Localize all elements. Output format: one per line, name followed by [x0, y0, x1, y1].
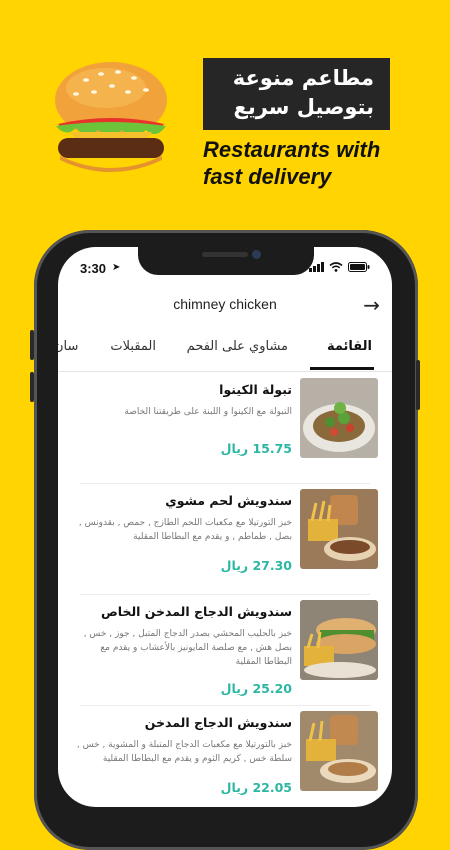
location-arrow-icon: ➤ [112, 262, 121, 273]
menu-item-price: 15.75 ريال [220, 441, 292, 456]
menu-item-photo [300, 711, 378, 791]
menu-item-photo [300, 378, 378, 458]
menu-item-description: التبولة مع الكينوا و اللبنة على طريقتنا … [124, 407, 292, 417]
phone-volume-button [30, 330, 34, 360]
phone-volume-button [30, 372, 34, 402]
menu-item-name: سندويش لحم مشوي [165, 493, 292, 508]
active-tab-indicator [310, 367, 374, 370]
status-icons [309, 262, 370, 272]
arrow-right-icon[interactable]: → [363, 293, 380, 317]
promo-arabic-banner: مطاعم منوعة بتوصيل سريع [202, 58, 390, 130]
tab-appetizers[interactable]: المقبلات [110, 339, 156, 354]
menu-item-photo [300, 489, 378, 569]
menu-item[interactable]: سندويش الدجاج المدخن الخاص خبز بالحليب ا… [80, 595, 378, 706]
restaurant-header: chimney chicken → [58, 291, 392, 321]
phone-speaker [202, 252, 248, 257]
menu-item[interactable]: سندويش لحم مشوي خبز التورتيلا مع مكعبات … [79, 484, 378, 595]
promo-arabic-line-1: مطاعم منوعة [232, 66, 374, 90]
tab-menu[interactable]: القائمة [327, 339, 372, 354]
category-tabs: القائمة مشاوي على الفحم المقبلات سان [58, 327, 392, 372]
restaurant-name: chimney chicken [173, 296, 277, 312]
status-time: 3:30 [80, 261, 107, 276]
app-screen: 3:30 ➤ chimney chicken → القائمة مشاوي ع… [58, 247, 392, 807]
menu-item-description: خبز بالحليب المحشي بصدر الدجاج المتبل , … [83, 629, 292, 667]
tab-charcoal-grills[interactable]: مشاوي على الفحم [187, 339, 288, 354]
promo-english-line-2: fast delivery [203, 164, 332, 189]
menu-item-price: 25.20 ريال [220, 681, 292, 696]
tab-sandwiches[interactable]: سان [58, 339, 78, 354]
menu-item-name: سندويش الدجاج المدخن الخاص [100, 604, 292, 619]
menu-item-name: سندويش الدجاج المدخن [144, 715, 292, 730]
menu-list: تبولة الكينوا التبولة مع الكينوا و اللبن… [58, 373, 392, 807]
promo-english-title: Restaurants with fast delivery [203, 136, 443, 190]
menu-item-photo [300, 600, 378, 680]
wifi-icon [329, 262, 343, 272]
menu-item-name: تبولة الكينوا [219, 382, 292, 397]
menu-item-price: 22.05 ريال [220, 780, 292, 795]
menu-item-price: 27.30 ريال [220, 558, 292, 573]
menu-item-description: خبز بالتورتيلا مع مكعبات الدجاج المتبلة … [76, 740, 292, 764]
phone-camera [252, 250, 261, 259]
promo-arabic-line-2: بتوصيل سريع [233, 95, 375, 119]
menu-item[interactable]: تبولة الكينوا التبولة مع الكينوا و اللبن… [80, 373, 378, 484]
promo-english-line-1: Restaurants with [203, 137, 381, 162]
menu-item[interactable]: سندويش الدجاج المدخن خبز بالتورتيلا مع م… [77, 706, 378, 807]
phone-power-button [416, 360, 420, 410]
battery-icon [348, 262, 370, 272]
menu-item-description: خبز التورتيلا مع مكعبات اللحم الطازج , ح… [78, 518, 292, 542]
burger-icon [55, 62, 167, 172]
